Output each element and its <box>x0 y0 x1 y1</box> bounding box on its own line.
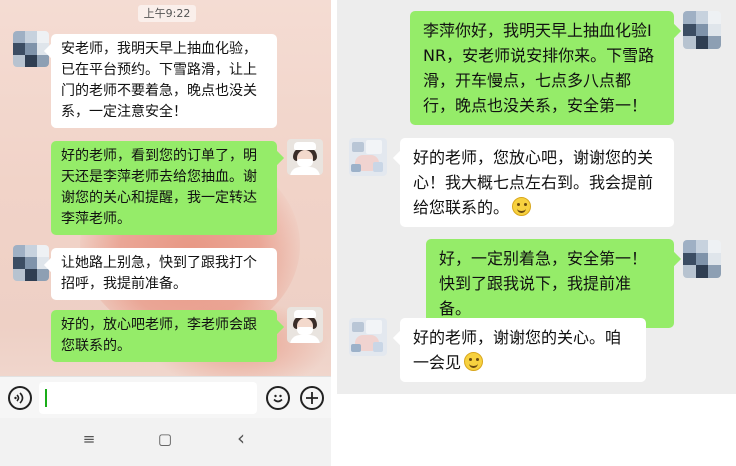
message-text: 李萍你好，我明天早上抽血化验INR，安老师说安排你来。下雪路滑，开车慢点，七点多… <box>423 21 655 115</box>
message-text: 好的老师，看到您的订单了，明天还是李萍老师去给您抽血。谢谢您的关心和提醒，我一定… <box>61 148 257 227</box>
left-chat-panel: 上午9:22 安老师，我明天早上抽血化验，已在平台预约。下雪路滑，让上门的老师不… <box>0 0 331 466</box>
smile-emoji-icon <box>464 352 484 371</box>
self-avatar[interactable] <box>683 11 721 49</box>
outgoing-message-bubble[interactable]: 李萍你好，我明天早上抽血化验INR，安老师说安排你来。下雪路滑，开车慢点，七点多… <box>410 11 674 125</box>
menu-icon[interactable]: ≡ <box>79 430 99 448</box>
message-timestamp: 上午9:22 <box>138 5 196 22</box>
self-avatar[interactable] <box>287 139 323 175</box>
self-avatar[interactable] <box>287 307 323 343</box>
message-input-bar <box>0 376 331 418</box>
back-icon[interactable]: ‹ <box>231 426 251 450</box>
outgoing-message-bubble[interactable]: 好的，放心吧老师，李老师会跟您联系的。 <box>51 310 277 362</box>
message-input[interactable] <box>39 382 257 414</box>
self-avatar[interactable] <box>683 240 721 278</box>
message-text: 让她路上别急，快到了跟我打个招呼，我提前准备。 <box>61 255 257 292</box>
message-text: 好的老师，您放心吧，谢谢您的关心！我大概七点左右到。我会提前给您联系的。 <box>413 148 654 217</box>
smile-emoji-icon <box>512 197 532 216</box>
message-text: 好，一定别着急，安全第一！快到了跟我说下，我提前准备。 <box>439 249 648 318</box>
message-text: 安老师，我明天早上抽血化验，已在平台预约。下雪路滑，让上门的老师不要着急，晚点也… <box>61 41 257 120</box>
right-chat-panel: 李萍你好，我明天早上抽血化验INR，安老师说安排你来。下雪路滑，开车慢点，七点多… <box>337 0 736 394</box>
voice-icon[interactable] <box>8 386 32 410</box>
home-icon[interactable]: ▢ <box>155 430 175 448</box>
contact-avatar[interactable] <box>13 245 49 281</box>
plus-icon[interactable] <box>300 386 324 410</box>
contact-avatar[interactable] <box>13 31 49 67</box>
blank-area <box>337 394 736 466</box>
emoji-icon[interactable] <box>266 386 290 410</box>
outgoing-message-bubble[interactable]: 好，一定别着急，安全第一！快到了跟我说下，我提前准备。 <box>426 239 674 328</box>
contact-avatar[interactable] <box>349 318 387 356</box>
contact-avatar[interactable] <box>349 138 387 176</box>
incoming-message-bubble[interactable]: 安老师，我明天早上抽血化验，已在平台预约。下雪路滑，让上门的老师不要着急，晚点也… <box>51 34 277 128</box>
text-cursor <box>45 389 47 407</box>
message-text: 好的老师，谢谢您的关心。咱一会见 <box>413 328 622 372</box>
incoming-message-bubble[interactable]: 好的老师，谢谢您的关心。咱一会见 <box>400 318 646 382</box>
message-text: 好的，放心吧老师，李老师会跟您联系的。 <box>61 317 257 354</box>
incoming-message-bubble[interactable]: 让她路上别急，快到了跟我打个招呼，我提前准备。 <box>51 248 277 300</box>
incoming-message-bubble[interactable]: 好的老师，您放心吧，谢谢您的关心！我大概七点左右到。我会提前给您联系的。 <box>400 138 674 227</box>
system-navigation-bar: ≡ ▢ ‹ <box>0 418 331 466</box>
outgoing-message-bubble[interactable]: 好的老师，看到您的订单了，明天还是李萍老师去给您抽血。谢谢您的关心和提醒，我一定… <box>51 141 277 235</box>
